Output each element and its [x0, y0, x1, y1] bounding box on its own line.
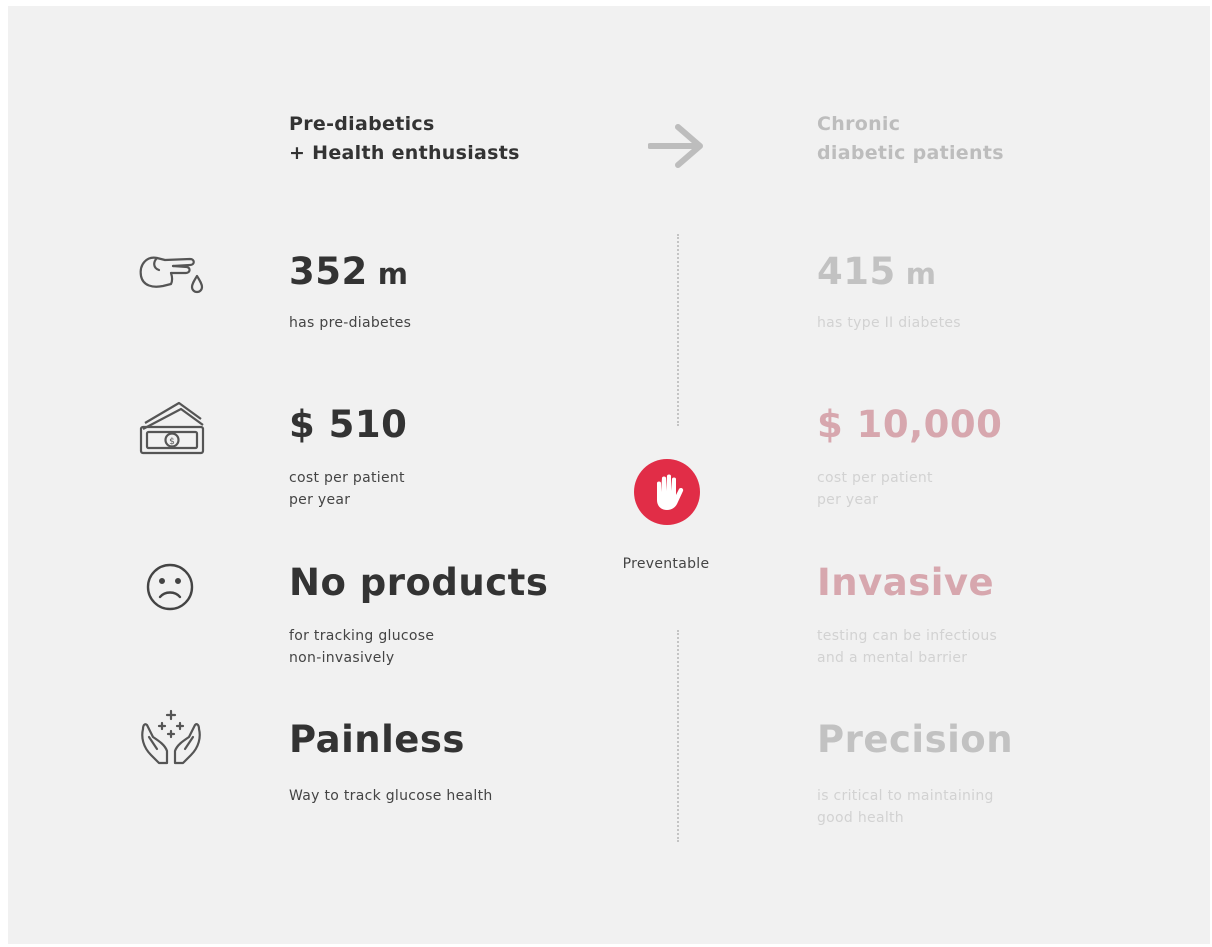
sad-face-icon: [143, 560, 197, 614]
finger-blood-drop-icon: [135, 246, 205, 296]
svg-text:$: $: [169, 437, 175, 447]
left-heading-line2: + Health enthusiasts: [289, 142, 520, 164]
preventable-badge: [634, 459, 700, 525]
divider-dotted-top: [677, 234, 679, 426]
left-heading-line1: Pre-diabetics: [289, 113, 435, 135]
left-stat-1-value: 352 m: [289, 250, 408, 296]
money-stack-icon: $: [135, 397, 207, 457]
right-stat-3-line1: testing can be infectious: [817, 628, 998, 644]
left-stat-2-line2: per year: [289, 492, 351, 508]
left-stat-1-caption: has pre-diabetes: [289, 312, 411, 334]
right-stat-3-caption: testing can be infectious and a mental b…: [817, 625, 997, 669]
right-stat-2-line2: per year: [817, 492, 879, 508]
right-stat-3-value: Invasive: [817, 561, 995, 604]
comparison-panel: [8, 6, 1210, 944]
right-stat-1-value: 415 m: [817, 250, 936, 296]
right-stat-1-number: 415: [817, 250, 896, 293]
right-stat-4-line2: good health: [817, 810, 904, 826]
right-stat-2-line1: cost per patient: [817, 470, 933, 486]
divider-dotted-bottom: [677, 630, 679, 842]
right-heading-line2: diabetic patients: [817, 142, 1004, 164]
right-stat-1-line1: has type II diabetes: [817, 315, 961, 331]
right-stat-3-line2: and a mental barrier: [817, 650, 968, 666]
left-column-heading: Pre-diabetics + Health enthusiasts: [289, 110, 520, 168]
left-stat-1-line1: has pre-diabetes: [289, 315, 412, 331]
left-stat-4-line1: Way to track glucose health: [289, 788, 493, 804]
right-heading-line1: Chronic: [817, 113, 901, 135]
left-stat-4-value: Painless: [289, 718, 465, 761]
left-stat-3-line2: non-invasively: [289, 650, 395, 666]
left-stat-3-caption: for tracking glucose non-invasively: [289, 625, 434, 669]
left-stat-1-number: 352: [289, 250, 368, 293]
right-stat-4-caption: is critical to maintaining good health: [817, 785, 994, 829]
preventable-label: Preventable: [622, 556, 710, 572]
right-stat-4-value: Precision: [817, 718, 1014, 761]
left-stat-3-line1: for tracking glucose: [289, 628, 435, 644]
right-stat-1-unit: m: [905, 257, 937, 291]
caring-hands-icon: [135, 705, 207, 771]
right-stat-1-caption: has type II diabetes: [817, 312, 961, 334]
right-stat-4-line1: is critical to maintaining: [817, 788, 994, 804]
right-stat-2-caption: cost per patient per year: [817, 467, 933, 511]
right-column-heading: Chronic diabetic patients: [817, 110, 1004, 168]
left-stat-4-caption: Way to track glucose health: [289, 785, 493, 807]
left-stat-2-line1: cost per patient: [289, 470, 405, 486]
left-stat-2-caption: cost per patient per year: [289, 467, 405, 511]
right-stat-2-value: $ 10,000: [817, 403, 1003, 446]
left-stat-3-value: No products: [289, 561, 549, 604]
arrow-right-icon: [648, 122, 706, 170]
left-stat-1-unit: m: [377, 257, 409, 291]
left-stat-2-value: $ 510: [289, 403, 408, 446]
stop-hand-icon: [657, 474, 684, 510]
